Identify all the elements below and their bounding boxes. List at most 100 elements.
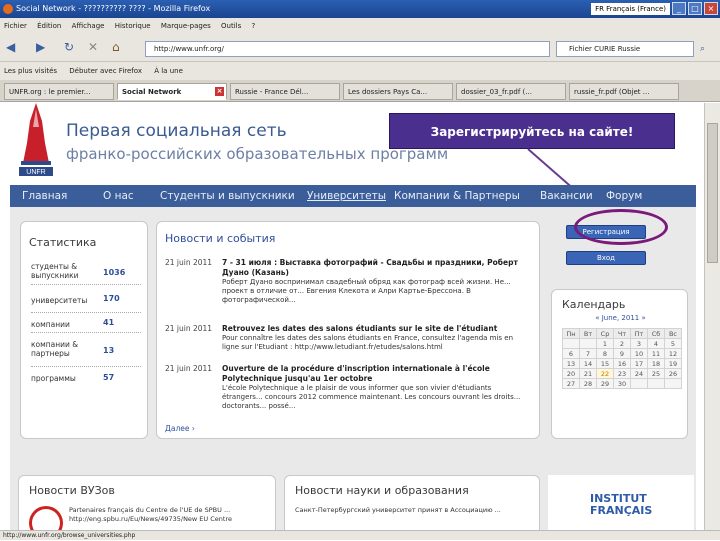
register-callout: Зарегистрируйтесь на сайте! [389,113,675,149]
calendar-day[interactable]: 3 [630,338,648,349]
menu-history[interactable]: Historique [115,22,151,30]
home-icon[interactable]: ⌂ [112,40,120,54]
news-body: Роберт Дуано воспринимал свадебный обряд… [222,278,511,304]
stat-value[interactable]: 41 [103,318,114,327]
calendar-day[interactable] [562,338,580,349]
nav-companies[interactable]: Компании & Партнеры [394,185,520,207]
close-window-button[interactable]: × [704,2,718,15]
tab-russie-france[interactable]: Russie - France Dél... [230,83,340,100]
calendar-day[interactable]: 18 [647,358,665,369]
calendar-day[interactable]: 21 [579,368,597,379]
calendar-day[interactable]: 24 [630,368,648,379]
calendar-day[interactable]: 12 [664,348,682,359]
menu-file[interactable]: Fichier [4,22,27,30]
bookmark-headlines[interactable]: À la une [154,67,183,75]
stat-label: компании [31,320,70,329]
calendar-day[interactable]: 4 [647,338,665,349]
news-headline[interactable]: Ouverture de la procédure d'inscription … [222,364,532,384]
calendar-grid: Пн Вт Ср Чт Пт Сб Вс 12345 6 7 8 9 10 11 12 13… [562,328,682,389]
nav-home[interactable]: Главная [22,185,67,207]
vertical-scrollbar[interactable] [704,103,720,530]
calendar-day[interactable]: 25 [647,368,665,379]
firefox-icon [3,4,13,14]
calendar-day[interactable]: 14 [579,358,597,369]
tab-social-network[interactable]: Social Network × [117,83,227,100]
minimize-button[interactable]: _ [672,2,686,15]
reload-icon[interactable]: ↻ [64,40,74,54]
stat-label: университеты [31,296,88,305]
navigation-toolbar: ◀ ▶ ↻ ✕ ⌂ http://www.unfr.org/ Fichier C… [0,34,720,62]
calendar-day[interactable]: 15 [596,358,614,369]
scrollbar-thumb[interactable] [707,123,718,263]
calendar-day[interactable]: 20 [562,368,580,379]
nav-students[interactable]: Студенты и выпускники [160,185,295,207]
statistics-title: Статистика [29,236,97,249]
calendar-month[interactable]: « June, 2011 » [552,314,689,322]
science-news-text[interactable]: Санкт-Петербургский университет принят в… [295,506,531,515]
bookmark-most-visited[interactable]: Les plus visités [4,67,57,75]
calendar-day[interactable]: 27 [562,378,580,389]
stat-value[interactable]: 57 [103,373,114,382]
stat-value[interactable]: 170 [103,294,120,303]
tab-dossier-pdf[interactable]: dossier_03_fr.pdf (... [456,83,566,100]
calendar-day[interactable]: 5 [664,338,682,349]
menu-edit[interactable]: Édition [37,22,61,30]
calendar-day[interactable] [579,338,597,349]
url-field[interactable]: http://www.unfr.org/ [145,41,550,57]
nav-forum[interactable]: Форум [606,185,642,207]
calendar-day[interactable]: 28 [579,378,597,389]
calendar-day[interactable]: 13 [562,358,580,369]
calendar-day[interactable]: 16 [613,358,631,369]
calendar-day[interactable]: 11 [647,348,665,359]
university-emblem-icon [29,506,63,530]
calendar-day[interactable]: 19 [664,358,682,369]
menu-bookmarks[interactable]: Marque-pages [161,22,211,30]
calendar-day[interactable] [630,378,648,389]
calendar-day[interactable]: 7 [579,348,597,359]
calendar-day[interactable]: 10 [630,348,648,359]
calendar-day[interactable] [664,378,682,389]
menu-tools[interactable]: Outils [221,22,241,30]
day-header: Чт [613,328,631,339]
calendar-day[interactable]: 6 [562,348,580,359]
university-news-text[interactable]: Partenaires français du Centre de l'UE d… [69,506,269,524]
maximize-button[interactable]: □ [688,2,702,15]
search-field[interactable]: Fichier CURIE Russie [556,41,694,57]
institut-francais-banner[interactable]: INSTITUT FRANÇAIS [548,475,694,530]
login-button[interactable]: Вход [566,251,646,265]
menu-help[interactable]: ? [252,22,256,30]
calendar-day[interactable]: 30 [613,378,631,389]
calendar-day[interactable] [647,378,665,389]
calendar-day[interactable]: 22 [596,368,614,379]
tab-unfr[interactable]: UNFR.org : le premier... [4,83,114,100]
calendar-day[interactable]: 9 [613,348,631,359]
calendar-day[interactable]: 17 [630,358,648,369]
page-content: UNFR Первая социальная сеть франко-росси… [0,103,704,530]
menu-bar: Fichier Édition Affichage Historique Mar… [0,18,720,34]
calendar-day[interactable]: 1 [596,338,614,349]
unfr-logo: UNFR [19,103,53,176]
forward-icon[interactable]: ▶ [36,40,45,54]
stat-value[interactable]: 13 [103,346,114,355]
calendar-day[interactable]: 2 [613,338,631,349]
stop-icon[interactable]: ✕ [88,40,98,54]
language-indicator[interactable]: FR Français (France) [591,3,670,15]
news-headline[interactable]: 7 - 31 июля : Выставка фотографий - Свад… [222,258,532,278]
tab-dossiers-pays[interactable]: Les dossiers Pays Ca... [343,83,453,100]
search-icon[interactable]: ⌕ [700,42,705,56]
back-icon[interactable]: ◀ [6,40,15,54]
stat-value[interactable]: 1036 [103,268,125,277]
nav-about[interactable]: О нас [103,185,134,207]
news-more-link[interactable]: Далее › [165,424,195,433]
bookmark-getting-started[interactable]: Débuter avec Firefox [69,67,142,75]
calendar-day[interactable]: 23 [613,368,631,379]
nav-vacancies[interactable]: Вакансии [540,185,593,207]
menu-view[interactable]: Affichage [72,22,105,30]
close-tab-icon[interactable]: × [215,87,224,96]
calendar-day[interactable]: 8 [596,348,614,359]
nav-universities[interactable]: Университеты [307,185,386,207]
news-headline[interactable]: Retrouvez les dates des salons étudiants… [222,324,532,334]
calendar-day[interactable]: 29 [596,378,614,389]
tab-russie-pdf[interactable]: russie_fr.pdf (Objet ... [569,83,679,100]
calendar-day[interactable]: 26 [664,368,682,379]
